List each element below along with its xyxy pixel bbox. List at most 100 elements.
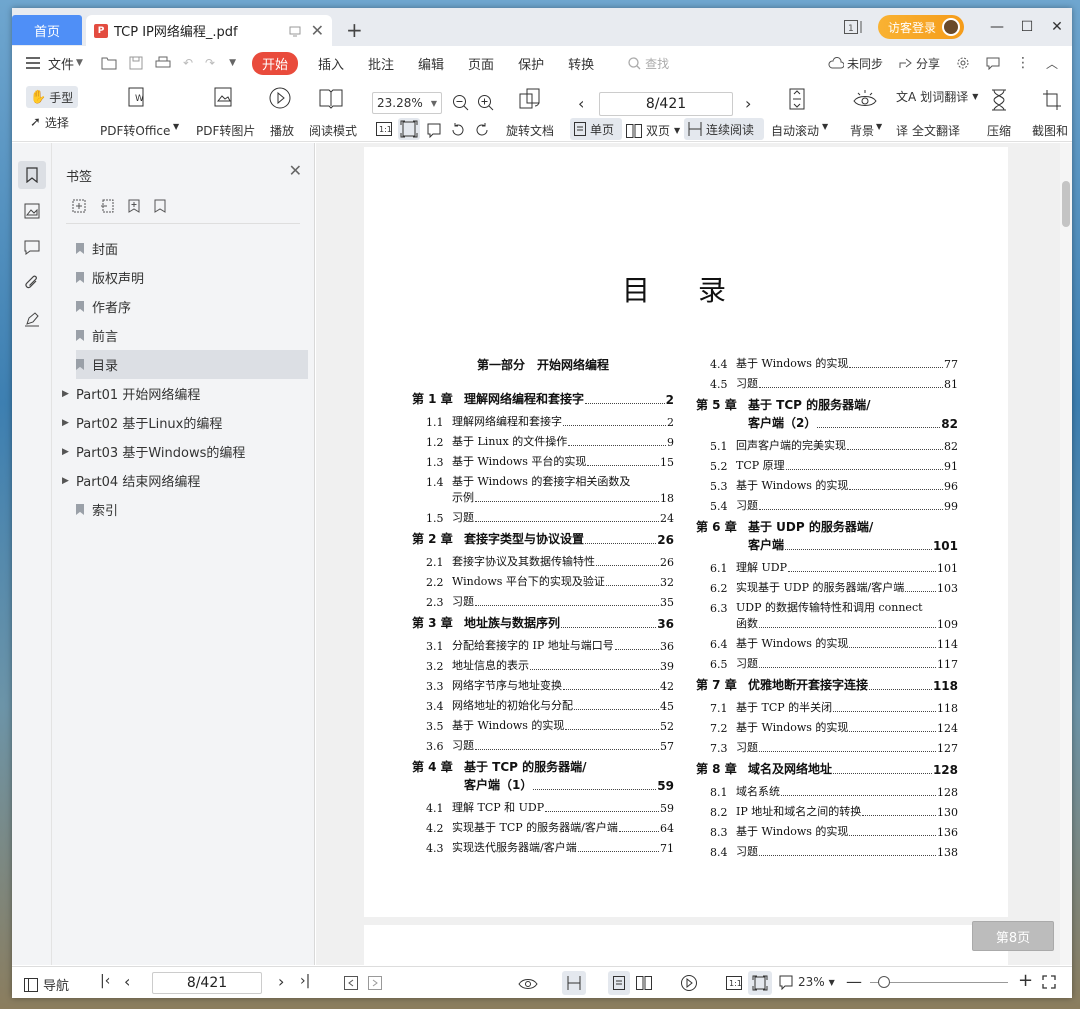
bookmark-item-active[interactable]: 目录 [76,350,308,379]
menu-page[interactable]: 页面 [456,54,506,73]
forward-icon[interactable] [368,976,382,990]
bookmark-item[interactable]: ▶ Part03 基于Windows的编程 [62,437,308,466]
redo-icon[interactable]: ↷ [205,56,215,70]
search-input[interactable]: 查找 [628,55,669,72]
guest-login-button[interactable]: 访客登录 [877,15,964,39]
collapse-ribbon-icon[interactable]: ︿ [1046,55,1058,72]
bookmark-item[interactable]: 版权声明 [76,263,308,292]
read-mode-icon[interactable] [318,86,344,110]
document-tab[interactable]: P TCP IP网络编程_.pdf ✕ [86,15,332,46]
bookmark-item[interactable]: ▶ Part01 开始网络编程 [62,379,308,408]
pdf-to-image-button[interactable]: PDF转图片 [196,122,255,139]
zoom-out-icon[interactable] [452,94,470,112]
fullscreen-icon[interactable] [1042,975,1056,989]
comment-icon[interactable] [986,57,1000,70]
last-page-icon[interactable]: ›| [300,973,310,989]
home-tab[interactable]: 首页 [12,15,82,45]
back-icon[interactable] [344,976,358,990]
file-menu[interactable]: 文件 [46,54,76,73]
bookmark-add-icon[interactable] [128,199,140,213]
menu-edit[interactable]: 编辑 [406,54,456,73]
auto-scroll-chevron[interactable]: ▼ [822,122,828,131]
minimize-button[interactable]: — [982,8,1012,46]
screenshot-icon[interactable] [1042,88,1062,112]
page-number-input[interactable]: 8/421 [599,92,733,116]
eye-protection-icon[interactable] [518,975,538,991]
background-button[interactable]: 背景 [850,122,874,139]
menu-convert[interactable]: 转换 [556,54,606,73]
menu-insert[interactable]: 插入 [306,54,356,73]
next-page-icon[interactable]: › [745,94,751,113]
maximize-button[interactable]: ☐ [1012,8,1042,46]
play-icon[interactable] [268,86,292,110]
full-translate-button[interactable]: 译 全文翻译 [896,122,960,139]
pdf-to-image-icon[interactable] [212,86,236,110]
navigation-toggle[interactable]: 导航 [24,975,69,994]
actual-size-status-icon[interactable]: 1:1 [726,976,742,990]
hand-tool-button[interactable]: ✋ 手型 [26,86,78,108]
print-icon[interactable] [155,56,171,70]
fit-page-status-icon[interactable] [748,971,772,995]
more-options-icon[interactable]: ⋮ [1016,55,1030,71]
annotation-list-icon[interactable] [18,233,46,261]
compress-button[interactable]: 压缩 [987,122,1011,139]
window-layout-icon[interactable]: 1 [843,20,864,34]
more-chevron-icon[interactable]: ▼ [229,58,236,68]
zoom-in-status-button[interactable]: + [1018,970,1033,991]
rotate-document-icon[interactable] [517,86,543,112]
expand-arrow-icon[interactable]: ▶ [62,447,76,457]
background-chevron[interactable]: ▼ [876,122,882,131]
double-page-button[interactable]: 双页 ▼ [626,122,680,139]
bookmark-item[interactable]: 前言 [76,321,308,350]
zoom-slider-track[interactable] [870,982,1008,983]
save-icon[interactable] [129,56,143,70]
gear-icon[interactable] [956,56,970,70]
close-icon[interactable]: ✕ [289,161,302,180]
chevron-down-icon[interactable]: ▼ [76,58,83,68]
actual-size-icon[interactable]: 1:1 [376,122,392,136]
add-child-bookmark-icon[interactable] [100,199,114,213]
status-page-input[interactable]: 8/421 [152,972,262,994]
undo-icon[interactable]: ↶ [183,56,193,70]
pdf-to-office-icon[interactable]: W [126,86,150,110]
zoom-select[interactable]: 23.28% ▼ [372,92,442,114]
signature-icon[interactable] [18,305,46,333]
continuous-status-icon[interactable] [562,971,586,995]
prev-page-icon[interactable]: ‹ [578,94,584,113]
fit-page-icon[interactable] [398,118,420,140]
sync-button[interactable]: 未同步 [828,55,883,72]
first-page-icon[interactable]: |‹ [100,973,110,989]
scrollbar-thumb[interactable] [1062,181,1070,227]
pdf-to-office-button[interactable]: PDF转Office [100,122,170,139]
zoom-out-status-button[interactable]: — [846,972,862,991]
screenshot-button[interactable]: 截图和 [1032,122,1068,139]
select-tool-button[interactable]: ➚ 选择 [30,114,69,131]
read-mode-button[interactable]: 阅读模式 [309,122,357,139]
zoom-status-select[interactable]: 23% ▼ [778,974,835,990]
play-status-icon[interactable] [680,974,698,992]
auto-scroll-icon[interactable] [787,86,807,112]
prev-page-icon[interactable]: ‹ [124,972,130,991]
rotate-right-icon[interactable] [474,122,490,138]
double-page-status-icon[interactable] [636,976,652,990]
new-tab-button[interactable]: + [346,18,363,42]
expand-arrow-icon[interactable]: ▶ [62,389,76,399]
bookmark-item[interactable]: 索引 [76,495,308,524]
single-page-button[interactable]: 单页 [570,118,622,140]
zoom-in-icon[interactable] [477,94,495,112]
expand-arrow-icon[interactable]: ▶ [62,418,76,428]
fit-width-icon[interactable] [426,122,442,138]
rotate-left-icon[interactable] [450,122,466,138]
bookmark-item[interactable]: 作者序 [76,292,308,321]
close-window-button[interactable]: ✕ [1042,8,1072,46]
document-viewport[interactable]: 目录 第一部分 开始网络编程第 1 章理解网络编程和套接字 2 1.1 理解网络编程和… [316,143,1060,965]
eye-icon[interactable] [852,88,878,110]
word-translate-button[interactable]: 文A 划词翻译 ▼ [896,88,978,105]
menu-icon[interactable] [26,57,40,69]
zoom-slider-thumb[interactable] [878,976,890,988]
single-page-status-icon[interactable] [608,971,630,995]
float-window-icon[interactable] [289,25,301,37]
play-button[interactable]: 播放 [270,122,294,139]
menu-start[interactable]: 开始 [251,51,298,75]
menu-protect[interactable]: 保护 [506,54,556,73]
